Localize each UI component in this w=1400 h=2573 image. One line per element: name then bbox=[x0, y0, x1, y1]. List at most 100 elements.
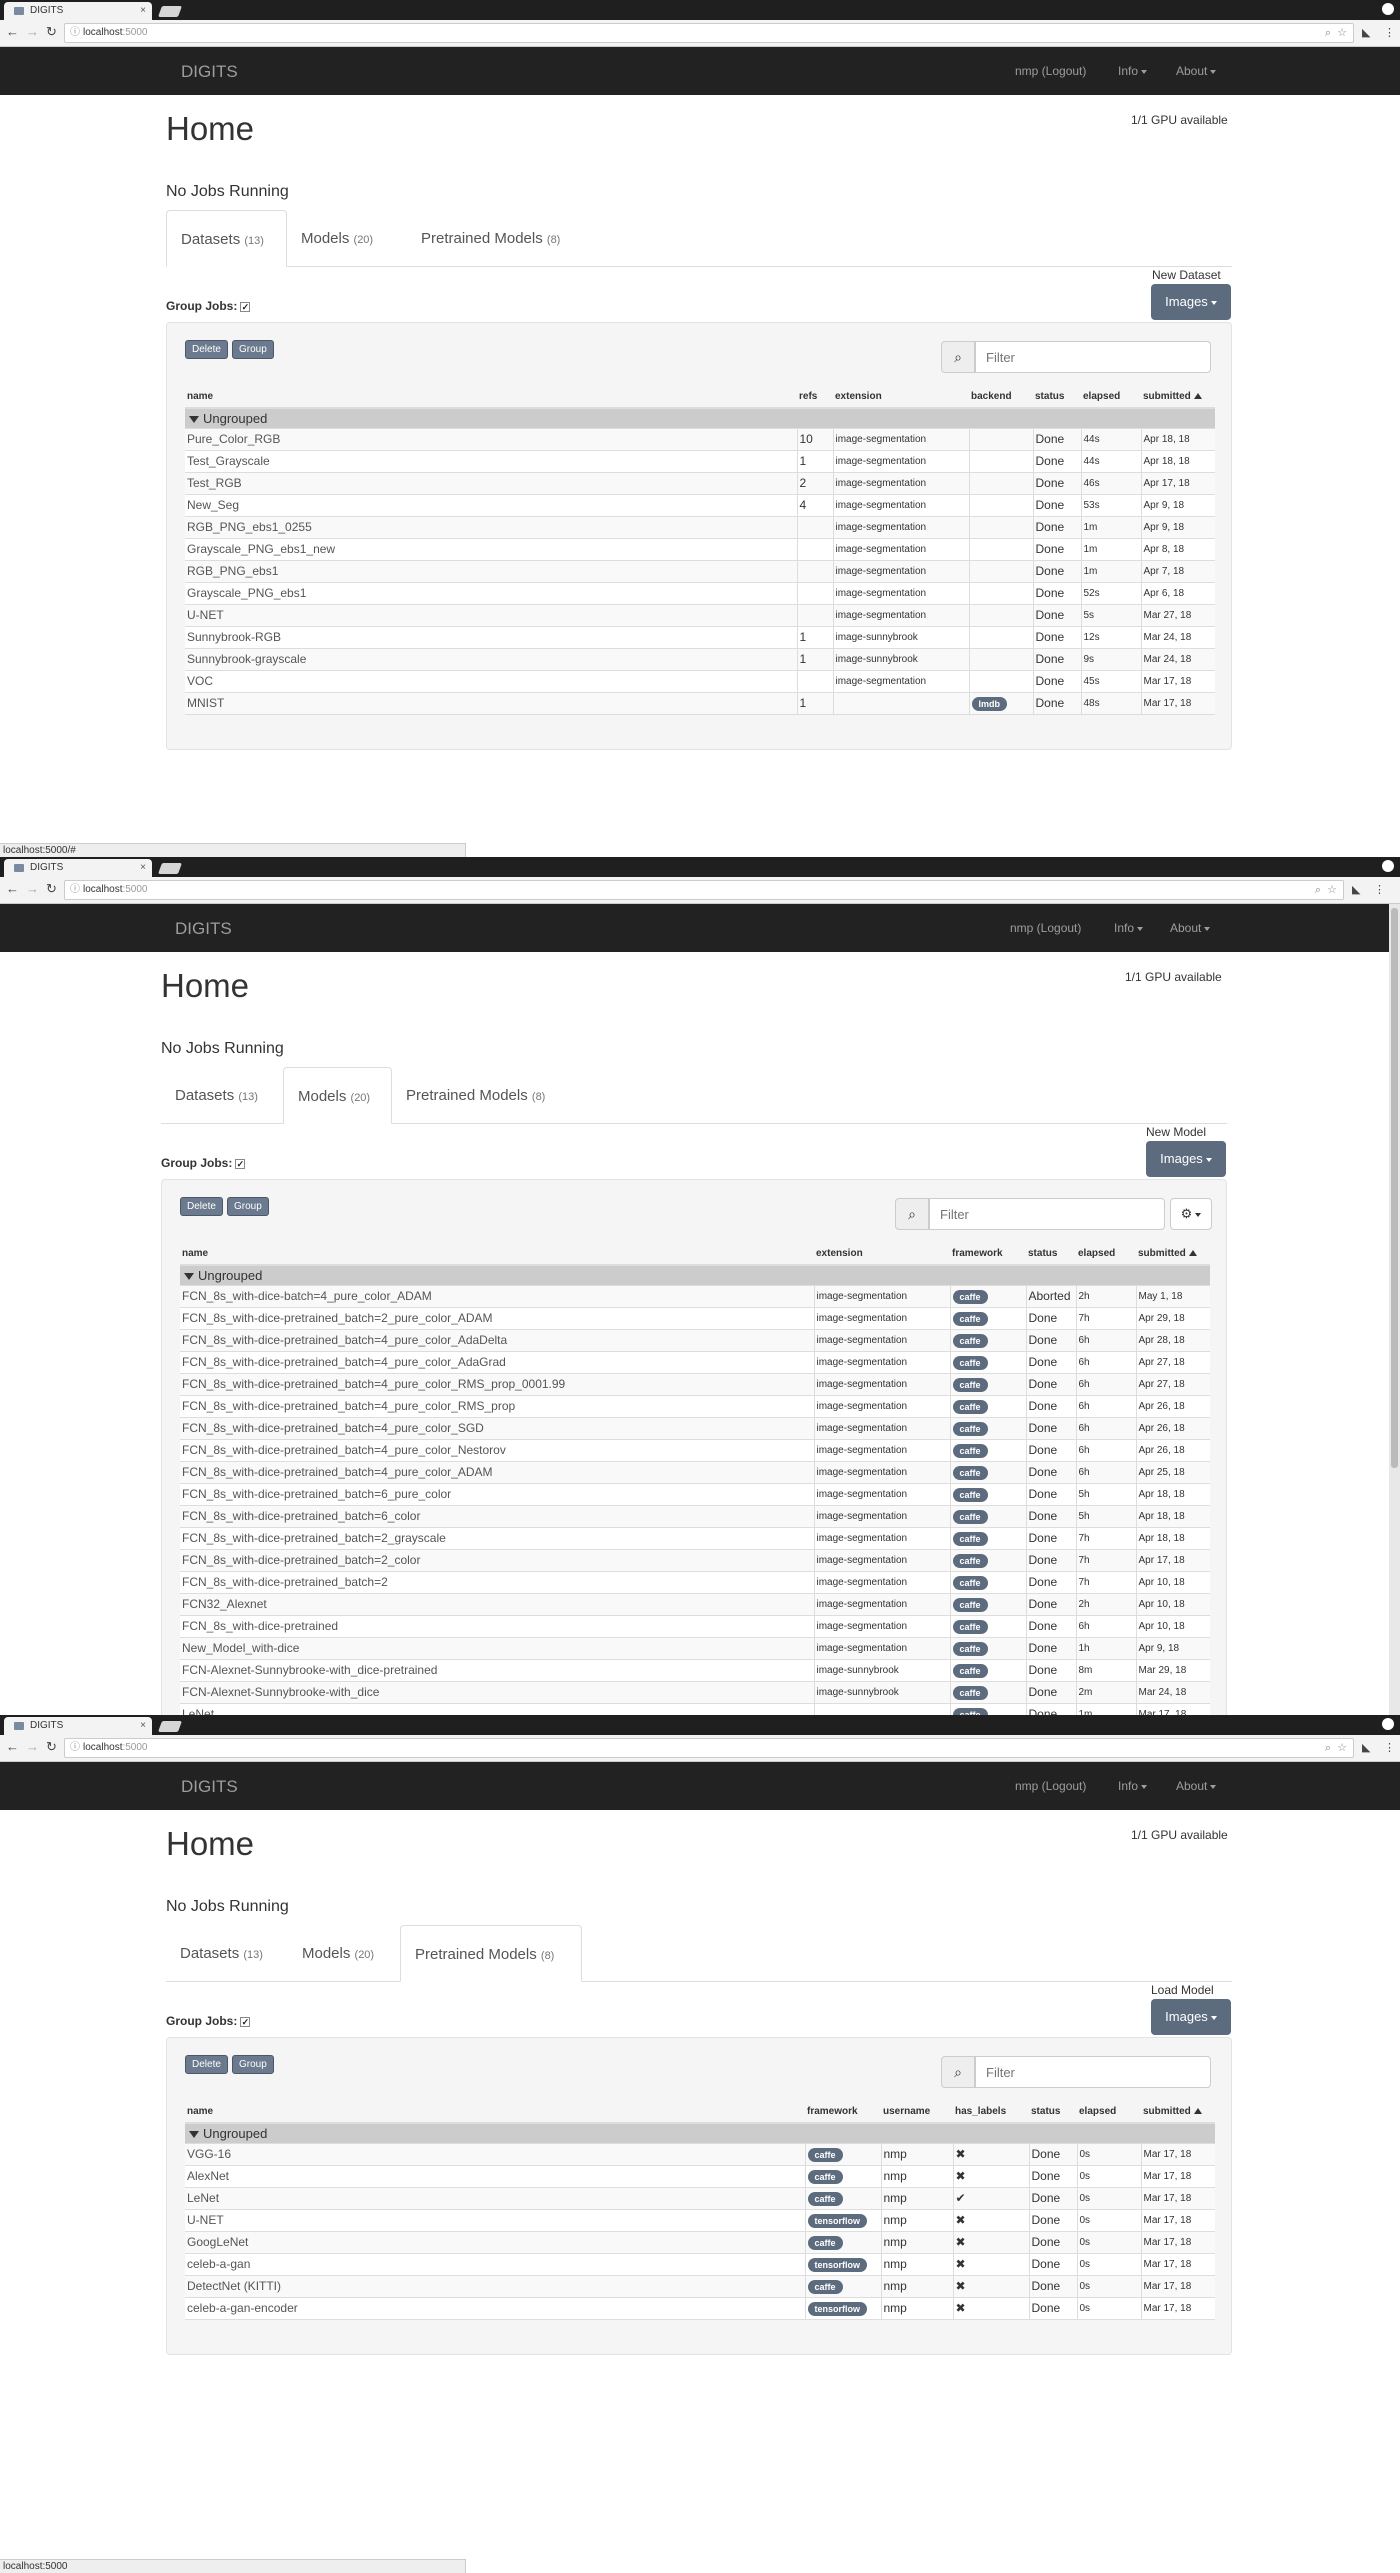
dataset-name-link[interactable]: VOC bbox=[185, 670, 797, 693]
model-name-link[interactable]: FCN_8s_with-dice-pretrained_batch=4_pure… bbox=[180, 1373, 814, 1396]
extension-icon[interactable]: ◣ bbox=[1352, 883, 1360, 896]
images-dropdown-button[interactable]: Images bbox=[1151, 1999, 1231, 2035]
star-icon[interactable]: ☆ bbox=[1337, 1739, 1347, 1757]
menu-icon[interactable]: ⋮ bbox=[1384, 26, 1395, 39]
pretrained-model-name-link[interactable]: celeb-a-gan-encoder bbox=[185, 2297, 805, 2320]
filter-input[interactable] bbox=[975, 341, 1211, 373]
model-name-link[interactable]: FCN32_Alexnet bbox=[180, 1593, 814, 1616]
about-menu[interactable]: About bbox=[1176, 1779, 1217, 1793]
reload-icon[interactable]: ↻ bbox=[46, 881, 57, 897]
tab-models[interactable]: Models (20) bbox=[288, 1925, 400, 1982]
dataset-name-link[interactable]: Grayscale_PNG_ebs1_new bbox=[185, 538, 797, 561]
column-header[interactable]: status bbox=[1033, 386, 1081, 409]
reload-icon[interactable]: ↻ bbox=[46, 1739, 57, 1755]
model-name-link[interactable]: FCN_8s_with-dice-pretrained_batch=4_pure… bbox=[180, 1461, 814, 1484]
back-icon[interactable]: ← bbox=[6, 24, 19, 39]
pretrained-model-name-link[interactable]: GoogLeNet bbox=[185, 2231, 805, 2254]
pretrained-model-name-link[interactable]: LeNet bbox=[185, 2187, 805, 2210]
collapse-triangle-icon[interactable] bbox=[184, 1272, 194, 1280]
column-header[interactable]: name bbox=[185, 2101, 805, 2124]
pretrained-model-name-link[interactable]: DetectNet (KITTI) bbox=[185, 2275, 805, 2298]
dataset-name-link[interactable]: RGB_PNG_ebs1_0255 bbox=[185, 516, 797, 539]
column-header[interactable]: extension bbox=[814, 1243, 950, 1266]
model-name-link[interactable]: FCN_8s_with-dice-batch=4_pure_color_ADAM bbox=[180, 1285, 814, 1308]
column-header[interactable]: name bbox=[185, 386, 797, 409]
forward-icon[interactable]: → bbox=[26, 1739, 39, 1754]
info-menu[interactable]: Info bbox=[1118, 1779, 1148, 1793]
new-tab-button[interactable] bbox=[157, 6, 183, 17]
dataset-name-link[interactable]: New_Seg bbox=[185, 494, 797, 517]
page-scrollbar[interactable] bbox=[1389, 904, 1400, 1715]
logout-link[interactable]: nmp (Logout) bbox=[1015, 64, 1086, 78]
column-header-submitted[interactable]: submitted bbox=[1141, 386, 1215, 409]
pretrained-model-name-link[interactable]: VGG-16 bbox=[185, 2143, 805, 2166]
brand-link[interactable]: DIGITS bbox=[181, 62, 238, 82]
column-header[interactable]: name bbox=[180, 1243, 814, 1266]
column-header[interactable]: extension bbox=[833, 386, 969, 409]
dataset-name-link[interactable]: Test_Grayscale bbox=[185, 450, 797, 473]
menu-icon[interactable]: ⋮ bbox=[1374, 883, 1385, 896]
back-icon[interactable]: ← bbox=[6, 881, 19, 896]
tab-pretrained-models[interactable]: Pretrained Models (8) bbox=[400, 1925, 582, 1982]
model-name-link[interactable]: FCN_8s_with-dice-pretrained_batch=6_pure… bbox=[180, 1483, 814, 1506]
group-button[interactable]: Group bbox=[227, 1197, 269, 1216]
url-input[interactable]: ⓘ localhost:5000 ⌕ ☆ bbox=[64, 880, 1344, 900]
extension-icon[interactable]: ◣ bbox=[1362, 26, 1370, 39]
model-name-link[interactable]: FCN_8s_with-dice-pretrained_batch=2_pure… bbox=[180, 1307, 814, 1330]
column-settings-button[interactable]: ⚙ bbox=[1170, 1198, 1212, 1230]
dataset-name-link[interactable]: MNIST bbox=[185, 692, 797, 715]
zoom-icon[interactable]: ⌕ bbox=[1325, 24, 1331, 42]
column-header[interactable]: backend bbox=[969, 386, 1033, 409]
info-menu[interactable]: Info bbox=[1118, 64, 1148, 78]
group-header-row[interactable]: Ungrouped bbox=[185, 408, 1215, 429]
filter-input[interactable] bbox=[975, 2056, 1211, 2088]
new-tab-button[interactable] bbox=[157, 1721, 183, 1732]
menu-icon[interactable]: ⋮ bbox=[1384, 1741, 1395, 1754]
column-header[interactable]: framework bbox=[950, 1243, 1026, 1266]
logout-link[interactable]: nmp (Logout) bbox=[1015, 1779, 1086, 1793]
star-icon[interactable]: ☆ bbox=[1337, 24, 1347, 42]
zoom-icon[interactable]: ⌕ bbox=[1315, 881, 1321, 899]
new-tab-button[interactable] bbox=[157, 863, 183, 874]
pretrained-model-name-link[interactable]: celeb-a-gan bbox=[185, 2253, 805, 2276]
scrollbar-thumb[interactable] bbox=[1391, 908, 1398, 1468]
column-header-submitted[interactable]: submitted bbox=[1141, 2101, 1215, 2124]
model-name-link[interactable]: FCN_8s_with-dice-pretrained_batch=4_pure… bbox=[180, 1439, 814, 1462]
reload-icon[interactable]: ↻ bbox=[46, 24, 57, 40]
dataset-name-link[interactable]: U-NET bbox=[185, 604, 797, 627]
url-input[interactable]: ⓘ localhost:5000 ⌕ ☆ bbox=[64, 1738, 1354, 1758]
pretrained-model-name-link[interactable]: U-NET bbox=[185, 2209, 805, 2232]
group-jobs-checkbox[interactable]: ✓ bbox=[240, 301, 251, 312]
logout-link[interactable]: nmp (Logout) bbox=[1010, 921, 1081, 935]
model-name-link[interactable]: FCN_8s_with-dice-pretrained_batch=2 bbox=[180, 1571, 814, 1594]
about-menu[interactable]: About bbox=[1170, 921, 1211, 935]
column-header[interactable]: username bbox=[881, 2101, 953, 2124]
model-name-link[interactable]: FCN_8s_with-dice-pretrained_batch=2_gray… bbox=[180, 1527, 814, 1550]
tab-datasets[interactable]: Datasets (13) bbox=[166, 1925, 288, 1982]
group-header-row[interactable]: Ungrouped bbox=[180, 1265, 1210, 1286]
tab-datasets[interactable]: Datasets (13) bbox=[161, 1067, 283, 1124]
model-name-link[interactable]: New_Model_with-dice bbox=[180, 1637, 814, 1660]
group-jobs-checkbox[interactable]: ✓ bbox=[235, 1158, 246, 1169]
group-header-row[interactable]: Ungrouped bbox=[185, 2123, 1215, 2144]
collapse-triangle-icon[interactable] bbox=[189, 2130, 199, 2138]
user-icon[interactable] bbox=[1382, 860, 1394, 872]
browser-tab[interactable]: DIGITS × bbox=[4, 2, 152, 20]
browser-tab[interactable]: DIGITS × bbox=[4, 859, 152, 877]
filter-input[interactable] bbox=[929, 1198, 1165, 1230]
group-jobs-checkbox[interactable]: ✓ bbox=[240, 2016, 251, 2027]
tab-models[interactable]: Models (20) bbox=[283, 1067, 392, 1124]
model-name-link[interactable]: LeNet bbox=[180, 1703, 814, 1715]
model-name-link[interactable]: FCN_8s_with-dice-pretrained bbox=[180, 1615, 814, 1638]
model-name-link[interactable]: FCN_8s_with-dice-pretrained_batch=6_colo… bbox=[180, 1505, 814, 1528]
column-header[interactable]: status bbox=[1029, 2101, 1077, 2124]
user-icon[interactable] bbox=[1382, 3, 1394, 15]
model-name-link[interactable]: FCN-Alexnet-Sunnybrooke-with_dice-pretra… bbox=[180, 1659, 814, 1682]
delete-button[interactable]: Delete bbox=[180, 1197, 223, 1216]
info-menu[interactable]: Info bbox=[1114, 921, 1144, 935]
model-name-link[interactable]: FCN_8s_with-dice-pretrained_batch=4_pure… bbox=[180, 1351, 814, 1374]
images-dropdown-button[interactable]: Images bbox=[1151, 284, 1231, 320]
collapse-triangle-icon[interactable] bbox=[189, 415, 199, 423]
column-header[interactable]: has_labels bbox=[953, 2101, 1029, 2124]
column-header-submitted[interactable]: submitted bbox=[1136, 1243, 1210, 1266]
